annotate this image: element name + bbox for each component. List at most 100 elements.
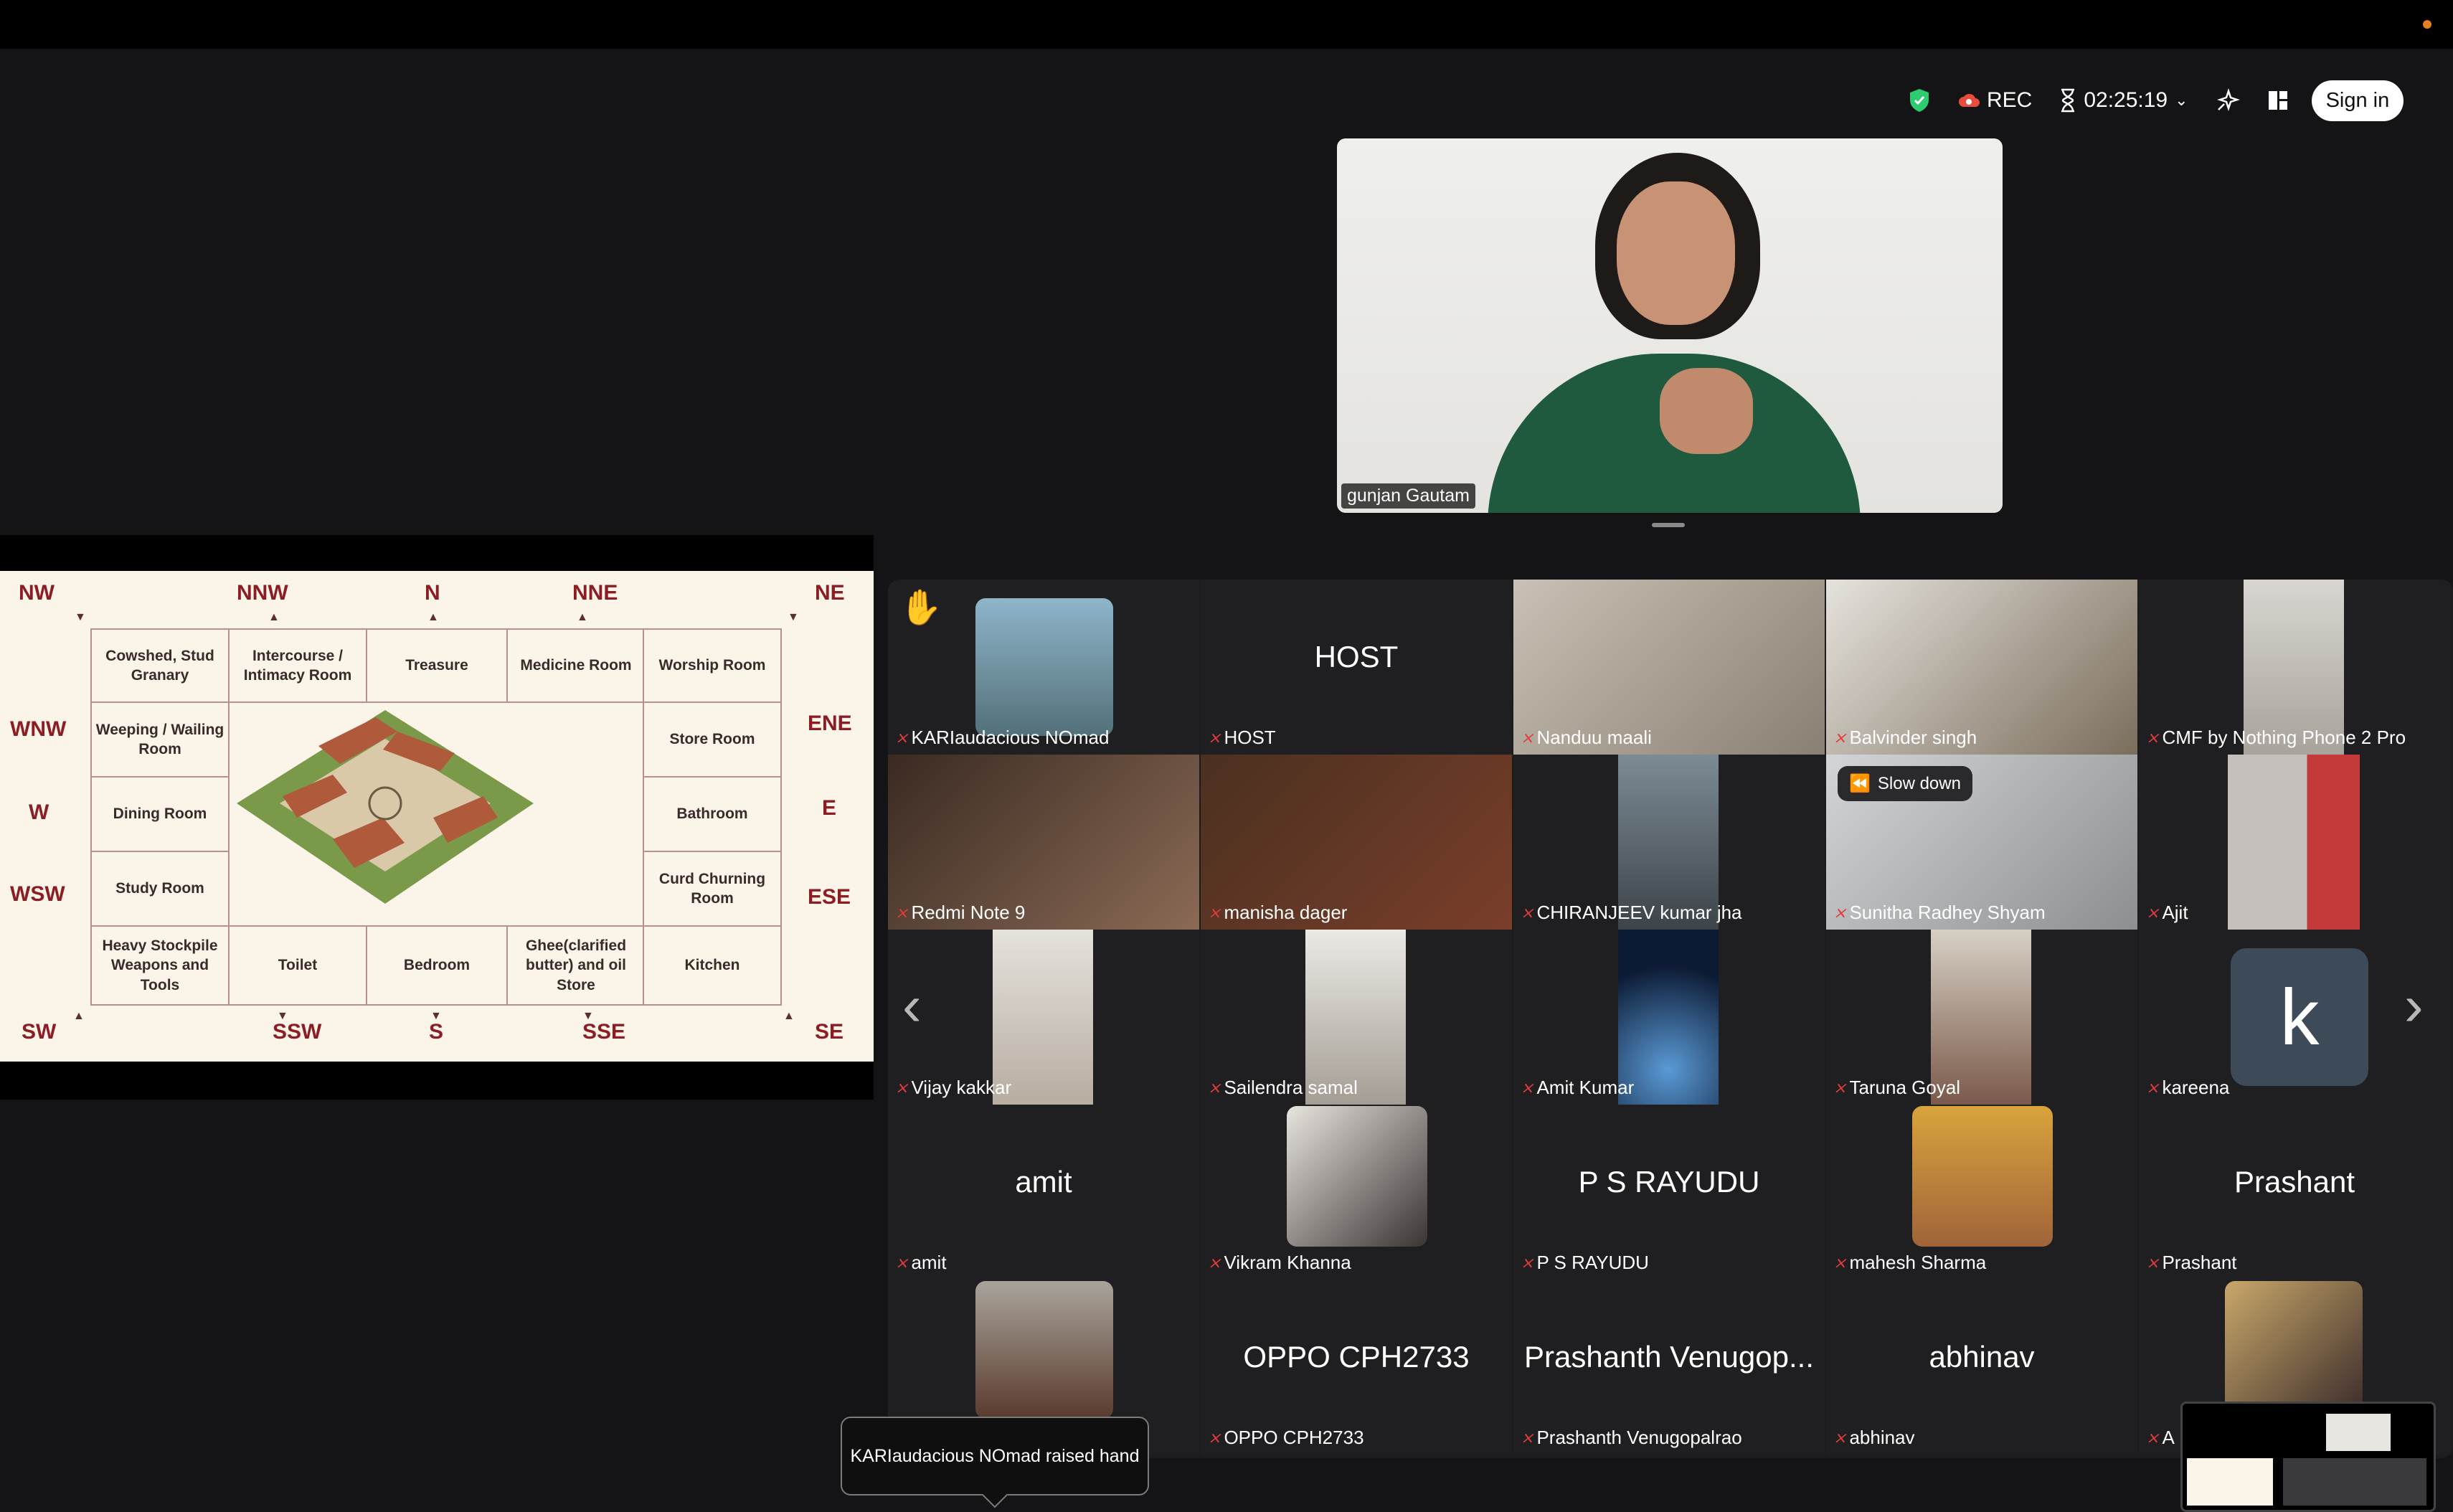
muted-mic-icon: ⨯ <box>1833 1078 1847 1097</box>
active-speaker-video[interactable]: gunjan Gautam <box>1337 138 2003 513</box>
muted-mic-icon: ⨯ <box>1208 903 1221 922</box>
room-bedroom: Bedroom <box>366 925 508 1006</box>
participant-name: Sunitha Radhey Shyam <box>1849 902 2046 923</box>
dir-wsw: WSW <box>10 882 65 906</box>
dir-n: N <box>425 581 440 605</box>
participant-tile[interactable]: Prashanth Venugop... ⨯ Prashanth Venugopa… <box>1513 1280 1825 1455</box>
avatar <box>1287 1106 1427 1247</box>
dir-s: S <box>429 1020 444 1044</box>
rec-label: REC <box>1987 88 2033 112</box>
muted-mic-icon: ⨯ <box>1208 1428 1221 1447</box>
participant-tile[interactable]: P S RAYUDU ⨯ P S RAYUDU <box>1513 1105 1825 1280</box>
participant-name: OPPO CPH2733 <box>1224 1427 1364 1448</box>
participant-name: KARIaudacious NOmad <box>911 727 1110 748</box>
participant-name: Vijay kakkar <box>911 1077 1012 1098</box>
room-weeping: Weeping / Wailing Room <box>90 701 230 778</box>
participant-tile[interactable]: Prashant ⨯ Prashant <box>2139 1105 2450 1280</box>
muted-mic-icon: ⨯ <box>1208 1253 1221 1272</box>
participant-display-name: amit <box>1015 1165 1072 1199</box>
participant-tile[interactable]: ⨯ mahesh Sharma <box>1826 1105 2137 1280</box>
house-illustration <box>237 710 534 904</box>
participant-tile[interactable]: ⨯ CMF by Nothing Phone 2 Pro <box>2139 580 2450 755</box>
participant-tile[interactable]: ⨯ Amit Kumar <box>1513 930 1825 1105</box>
participant-name: Nanduu maali <box>1536 727 1652 748</box>
participant-tile[interactable]: ⨯ Nanduu maali <box>1513 580 1825 755</box>
initial-avatar: k <box>2231 948 2368 1086</box>
top-bar <box>0 0 2453 49</box>
participant-tile[interactable]: k › ⨯ kareena <box>2139 930 2450 1105</box>
sign-in-button[interactable]: Sign in <box>2311 80 2404 121</box>
participant-tile[interactable]: OPPO CPH2733 ⨯ OPPO CPH2733 <box>1201 1280 1512 1455</box>
participant-display-name: Prashant <box>2234 1165 2355 1199</box>
muted-mic-icon: ⨯ <box>2146 1428 2160 1447</box>
participant-display-name: abhinav <box>1929 1340 2035 1374</box>
participant-tile[interactable]: HOST ⨯ HOST <box>1201 580 1512 755</box>
room-medicine: Medicine Room <box>506 628 646 703</box>
dir-nnw: NNW <box>237 581 288 605</box>
timer-value: 02:25:19 <box>2084 88 2168 112</box>
resize-handle[interactable] <box>1652 523 1685 527</box>
participant-tile[interactable]: ⨯ Sailendra samal <box>1201 930 1512 1105</box>
previous-page-arrow[interactable]: ‹ <box>902 973 922 1039</box>
rewind-icon: ⏪ <box>1849 774 1871 793</box>
participant-tile[interactable]: ⨯ Ajit <box>2139 755 2450 930</box>
participant-tile[interactable]: ⨯ Vikram Khanna <box>1201 1105 1512 1280</box>
sparkle-icon[interactable] <box>2216 88 2240 113</box>
muted-mic-icon: ⨯ <box>1521 728 1534 747</box>
participant-name: Vikram Khanna <box>1224 1252 1351 1273</box>
participant-name: A <box>2162 1427 2175 1448</box>
participant-name: mahesh Sharma <box>1849 1252 1987 1273</box>
avatar <box>975 598 1113 736</box>
participant-name: kareena <box>2162 1077 2230 1098</box>
shield-icon[interactable] <box>1908 88 1931 113</box>
avatar <box>975 1281 1113 1419</box>
participant-tile[interactable]: ⨯ Balvinder singh <box>1826 580 2137 755</box>
dir-e: E <box>822 796 837 820</box>
participant-tile[interactable]: ⨯ Redmi Note 9 <box>888 755 1199 930</box>
muted-mic-icon: ⨯ <box>895 728 909 747</box>
muted-mic-icon: ⨯ <box>2146 728 2160 747</box>
dir-w: W <box>29 800 49 824</box>
dir-se: SE <box>815 1020 844 1044</box>
record-indicator[interactable]: REC <box>1958 88 2032 113</box>
participant-tile[interactable]: ‹ ⨯ Vijay kakkar <box>888 930 1199 1105</box>
dir-wnw: WNW <box>10 717 67 741</box>
participant-name: abhinav <box>1849 1427 1915 1448</box>
next-page-arrow[interactable]: › <box>2404 973 2424 1039</box>
participant-display-name: HOST <box>1314 640 1399 674</box>
muted-mic-icon: ⨯ <box>1521 1078 1534 1097</box>
room-worship: Worship Room <box>643 628 782 703</box>
participant-tile[interactable]: abhinav ⨯ abhinav <box>1826 1280 2137 1455</box>
participant-tile[interactable]: ⨯ CHIRANJEEV kumar jha <box>1513 755 1825 930</box>
participant-tile[interactable]: ⨯ manisha dager <box>1201 755 1512 930</box>
raised-hand-icon: ✋ <box>899 589 942 627</box>
muted-mic-icon: ⨯ <box>2146 1078 2160 1097</box>
muted-mic-icon: ⨯ <box>1521 903 1534 922</box>
shared-screen[interactable]: NW NNW N NNE NE WNW W WSW ENE E ESE SW S… <box>0 535 874 1100</box>
participant-name: HOST <box>1224 727 1276 748</box>
layout-icon[interactable] <box>2267 90 2289 111</box>
participant-name: Sailendra samal <box>1224 1077 1358 1098</box>
participant-tile[interactable]: amit ⨯ amit <box>888 1105 1199 1280</box>
hourglass-icon <box>2061 88 2075 113</box>
room-ghee: Ghee(clarified butter) and oil Store <box>506 925 646 1006</box>
video-feed <box>2228 755 2360 930</box>
participant-name: amit <box>911 1252 947 1273</box>
participant-name: Amit Kumar <box>1536 1077 1635 1098</box>
dir-ene: ENE <box>808 712 852 735</box>
participant-tile[interactable]: ⏪ Slow down ⨯ Sunitha Radhey Shyam <box>1826 755 2137 930</box>
room-treasure: Treasure <box>366 628 508 703</box>
meeting-timer[interactable]: 02:25:19 ⌄ <box>2059 88 2188 113</box>
room-dining: Dining Room <box>90 776 230 852</box>
participant-tile[interactable]: ✋ ⨯ KARIaudacious NOmad <box>888 580 1199 755</box>
avatar <box>1912 1106 2053 1247</box>
room-curd: Curd Churning Room <box>643 851 782 927</box>
muted-mic-icon: ⨯ <box>1521 1428 1534 1447</box>
slow-down-badge: ⏪ Slow down <box>1838 766 1972 801</box>
vastu-slide: NW NNW N NNE NE WNW W WSW ENE E ESE SW S… <box>0 571 874 1062</box>
self-view-preview[interactable] <box>2180 1402 2436 1512</box>
participant-tile[interactable]: ⨯ Taruna Goyal <box>1826 930 2137 1105</box>
participant-display-name: P S RAYUDU <box>1578 1165 1760 1199</box>
participant-name: Prashant <box>2162 1252 2237 1273</box>
dir-sw: SW <box>22 1020 57 1044</box>
